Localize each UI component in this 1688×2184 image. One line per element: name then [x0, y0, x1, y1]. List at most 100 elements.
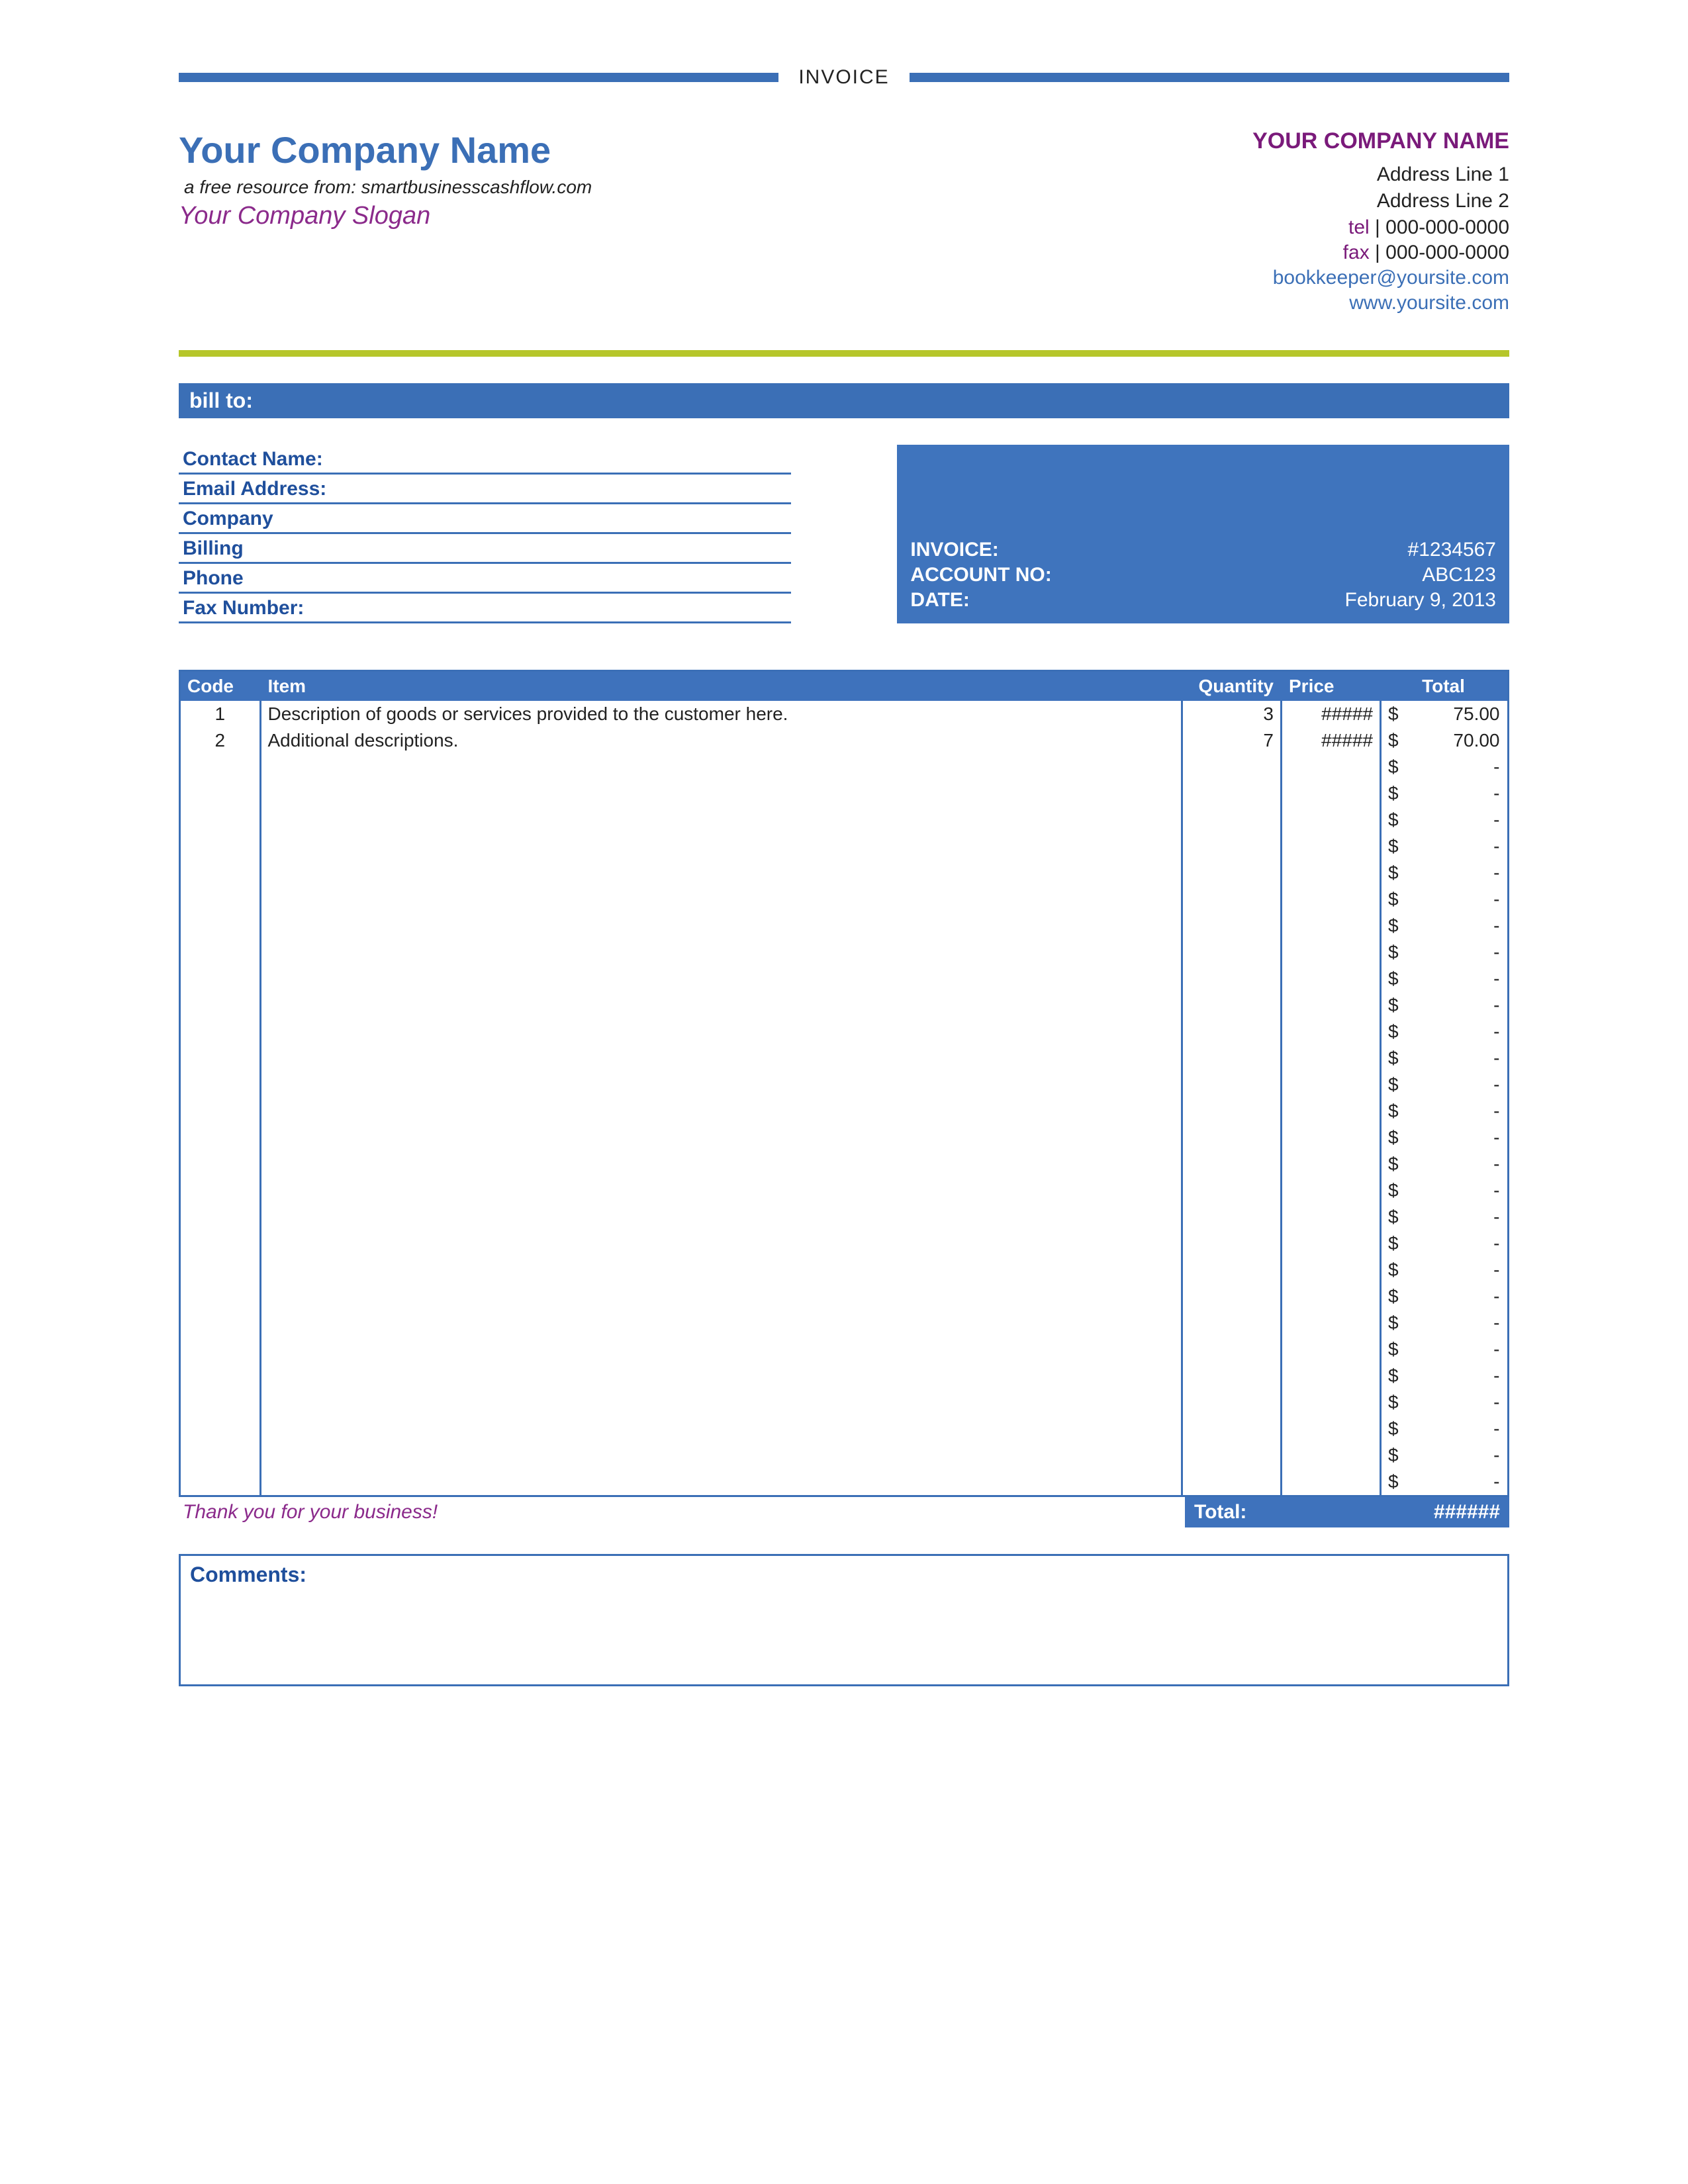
cell-total: $- — [1381, 966, 1507, 992]
currency-symbol: $ — [1388, 1471, 1399, 1492]
items-table: Code Item Quantity Price Total 1Descript… — [181, 672, 1507, 1495]
cell-quantity — [1182, 939, 1282, 966]
cell-total: $- — [1381, 1045, 1507, 1071]
account-value: ABC123 — [1422, 564, 1496, 586]
currency-symbol: $ — [1388, 1048, 1399, 1069]
cell-quantity — [1182, 1151, 1282, 1177]
cell-code — [181, 1071, 260, 1098]
total-amount: - — [1493, 915, 1499, 936]
table-row: $- — [181, 754, 1507, 780]
cell-code — [181, 939, 260, 966]
tel-separator: | — [1370, 216, 1385, 238]
cell-item — [260, 1045, 1182, 1071]
cell-price — [1282, 913, 1381, 939]
cell-price — [1282, 1416, 1381, 1442]
cell-price — [1282, 780, 1381, 807]
table-row: $- — [181, 1098, 1507, 1124]
table-row: $- — [181, 1442, 1507, 1469]
table-row: 1Description of goods or services provid… — [181, 701, 1507, 727]
cell-price — [1282, 1098, 1381, 1124]
currency-symbol: $ — [1388, 1101, 1399, 1122]
cell-quantity: 3 — [1182, 701, 1282, 727]
total-amount: 70.00 — [1453, 730, 1499, 751]
cell-quantity — [1182, 1230, 1282, 1257]
cell-quantity — [1182, 1336, 1282, 1363]
table-row: $- — [181, 886, 1507, 913]
cell-price — [1282, 1177, 1381, 1204]
cell-code: 2 — [181, 727, 260, 754]
table-row: $- — [181, 1177, 1507, 1204]
cell-price — [1282, 992, 1381, 1019]
cell-item: Description of goods or services provide… — [260, 701, 1182, 727]
cell-item — [260, 1204, 1182, 1230]
currency-symbol: $ — [1388, 1259, 1399, 1281]
currency-symbol: $ — [1388, 1339, 1399, 1360]
table-row: 2Additional descriptions.7#####$70.00 — [181, 727, 1507, 754]
cell-code — [181, 886, 260, 913]
cell-quantity — [1182, 913, 1282, 939]
cell-quantity — [1182, 1071, 1282, 1098]
cell-total: $- — [1381, 1469, 1507, 1495]
total-amount: - — [1493, 1259, 1499, 1281]
cell-quantity — [1182, 1469, 1282, 1495]
resource-credit: a free resource from: smartbusinesscashf… — [184, 177, 592, 198]
date-value: February 9, 2013 — [1345, 589, 1496, 612]
cell-total: $- — [1381, 1310, 1507, 1336]
currency-symbol: $ — [1388, 1286, 1399, 1307]
table-row: $- — [181, 966, 1507, 992]
cell-item — [260, 1310, 1182, 1336]
currency-symbol: $ — [1388, 1312, 1399, 1334]
cell-quantity: 7 — [1182, 727, 1282, 754]
cell-total: $- — [1381, 939, 1507, 966]
currency-symbol: $ — [1388, 1021, 1399, 1042]
table-row: $- — [181, 1336, 1507, 1363]
cell-code — [181, 1124, 260, 1151]
cell-total: $- — [1381, 780, 1507, 807]
cell-code — [181, 1416, 260, 1442]
cell-price — [1282, 1442, 1381, 1469]
total-amount: - — [1493, 1127, 1499, 1148]
currency-symbol: $ — [1388, 783, 1399, 804]
cell-code — [181, 1045, 260, 1071]
currency-symbol: $ — [1388, 1392, 1399, 1413]
cell-code — [181, 754, 260, 780]
cell-quantity — [1182, 992, 1282, 1019]
items-table-wrap: Code Item Quantity Price Total 1Descript… — [179, 670, 1509, 1497]
table-row: $- — [181, 1416, 1507, 1442]
cell-item — [260, 1151, 1182, 1177]
table-row: $- — [181, 1151, 1507, 1177]
cell-item — [260, 1336, 1182, 1363]
cell-item — [260, 807, 1182, 833]
table-row: $- — [181, 1204, 1507, 1230]
currency-symbol: $ — [1388, 1127, 1399, 1148]
cell-price — [1282, 1389, 1381, 1416]
currency-symbol: $ — [1388, 730, 1399, 751]
address-line-2: Address Line 2 — [1252, 190, 1509, 212]
contact-name-field: Contact Name: — [179, 445, 791, 475]
total-amount: 75.00 — [1453, 704, 1499, 725]
cell-price — [1282, 1019, 1381, 1045]
cell-price — [1282, 939, 1381, 966]
cell-quantity — [1182, 966, 1282, 992]
table-footer-row: Thank you for your business! Total: ####… — [179, 1497, 1509, 1527]
col-quantity: Quantity — [1182, 672, 1282, 701]
cell-quantity — [1182, 1045, 1282, 1071]
currency-symbol: $ — [1388, 1365, 1399, 1387]
table-row: $- — [181, 1283, 1507, 1310]
total-amount: - — [1493, 836, 1499, 857]
total-amount: - — [1493, 1101, 1499, 1122]
table-row: $- — [181, 1469, 1507, 1495]
total-amount: - — [1493, 1180, 1499, 1201]
cell-quantity — [1182, 833, 1282, 860]
cell-quantity — [1182, 1442, 1282, 1469]
cell-item — [260, 966, 1182, 992]
fax-value: 000-000-0000 — [1385, 242, 1509, 263]
fax-number-field: Fax Number: — [179, 594, 791, 623]
cell-price — [1282, 1469, 1381, 1495]
email-address-field: Email Address: — [179, 475, 791, 504]
cell-item — [260, 1230, 1182, 1257]
cell-total: $75.00 — [1381, 701, 1507, 727]
table-row: $- — [181, 1071, 1507, 1098]
currency-symbol: $ — [1388, 889, 1399, 910]
top-rule-right — [910, 73, 1509, 82]
